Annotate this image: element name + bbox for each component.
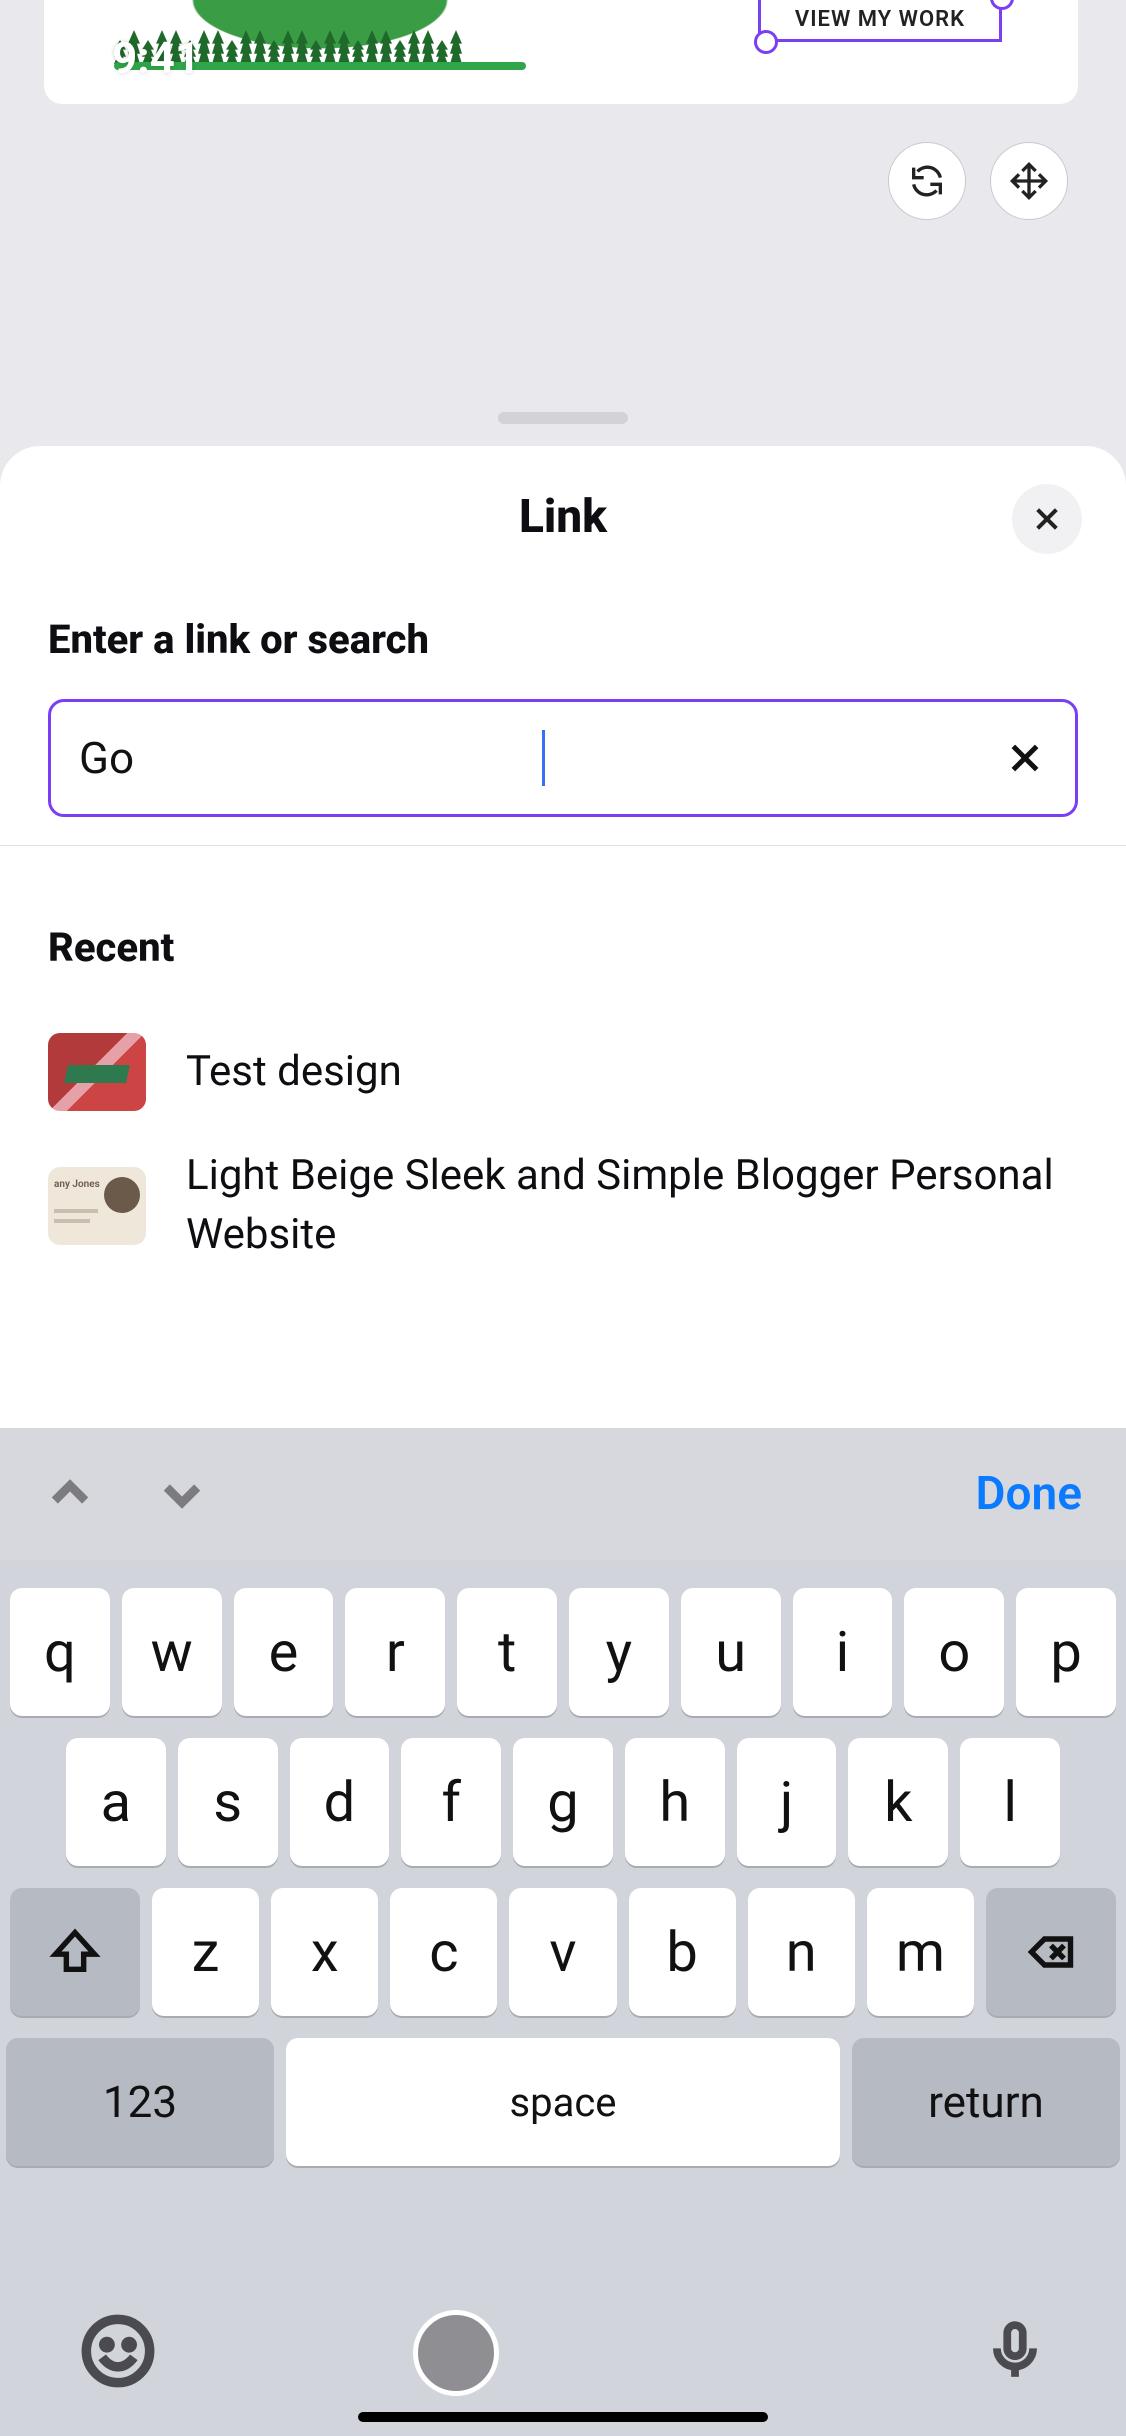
key-p[interactable]: p [1016, 1588, 1116, 1716]
recent-thumb [48, 1033, 146, 1111]
mic-icon [984, 2312, 1046, 2390]
key-r[interactable]: r [345, 1588, 445, 1716]
keyboard-accessory-bar: Done [0, 1428, 1126, 1560]
clear-input-button[interactable] [1003, 736, 1047, 780]
backspace-icon [1025, 1926, 1077, 1978]
sheet-drag-handle[interactable] [498, 412, 628, 424]
done-button[interactable]: Done [976, 1467, 1082, 1521]
key-x[interactable]: x [271, 1888, 378, 2016]
recent-thumb: any Jones [48, 1167, 146, 1245]
shift-key[interactable] [10, 1888, 140, 2016]
key-f[interactable]: f [401, 1738, 501, 1866]
key-n[interactable]: n [748, 1888, 855, 2016]
divider [0, 845, 1126, 846]
status-time: 9:41 [112, 32, 200, 84]
text-caret [542, 730, 545, 786]
key-j[interactable]: j [737, 1738, 837, 1866]
close-icon [1031, 503, 1063, 535]
input-label: Enter a link or search [48, 616, 1078, 663]
move-icon [1009, 161, 1049, 201]
selection-handle-bl[interactable] [754, 30, 778, 54]
chevron-up-icon[interactable] [44, 1468, 96, 1520]
key-q[interactable]: q [10, 1588, 110, 1716]
recent-list: Test design any Jones Light Beige Sleek … [48, 1015, 1078, 1283]
design-card[interactable]: 9:41 VIEW MY WORK [44, 0, 1078, 104]
keyboard: qwertyuiop asdfghjkl zxcvbnm 123 space r… [0, 1560, 1126, 2436]
key-i[interactable]: i [793, 1588, 893, 1716]
floating-controls [888, 142, 1068, 220]
canvas-preview: 9:41 VIEW MY WORK [0, 0, 1126, 440]
key-s[interactable]: s [178, 1738, 278, 1866]
key-b[interactable]: b [629, 1888, 736, 2016]
chevron-down-icon[interactable] [156, 1468, 208, 1520]
return-key[interactable]: return [852, 2038, 1120, 2166]
globe-button[interactable] [413, 2310, 499, 2396]
sync-icon [907, 161, 947, 201]
clear-icon [1005, 738, 1045, 778]
key-k[interactable]: k [848, 1738, 948, 1866]
space-key[interactable]: space [286, 2038, 840, 2166]
key-o[interactable]: o [904, 1588, 1004, 1716]
sync-button[interactable] [888, 142, 966, 220]
emoji-button[interactable] [80, 2313, 156, 2393]
numbers-key[interactable]: 123 [6, 2038, 274, 2166]
link-input[interactable]: Go [79, 732, 538, 784]
recent-heading: Recent [48, 924, 1078, 971]
key-v[interactable]: v [509, 1888, 616, 2016]
key-z[interactable]: z [152, 1888, 259, 2016]
shift-icon [49, 1926, 101, 1978]
key-e[interactable]: e [234, 1588, 334, 1716]
key-l[interactable]: l [960, 1738, 1060, 1866]
key-c[interactable]: c [390, 1888, 497, 2016]
close-button[interactable] [1012, 484, 1082, 554]
recent-item[interactable]: Test design [48, 1015, 1078, 1129]
key-y[interactable]: y [569, 1588, 669, 1716]
recent-item-label: Test design [186, 1043, 402, 1102]
key-a[interactable]: a [66, 1738, 166, 1866]
key-h[interactable]: h [625, 1738, 725, 1866]
recent-item[interactable]: any Jones Light Beige Sleek and Simple B… [48, 1129, 1078, 1283]
mic-button[interactable] [984, 2312, 1046, 2394]
home-indicator[interactable] [358, 2412, 768, 2422]
link-input-wrap[interactable]: Go [48, 699, 1078, 817]
key-d[interactable]: d [290, 1738, 390, 1866]
key-g[interactable]: g [513, 1738, 613, 1866]
view-my-work-button[interactable]: VIEW MY WORK [758, 0, 1002, 42]
emoji-icon [80, 2313, 156, 2389]
key-m[interactable]: m [867, 1888, 974, 2016]
key-t[interactable]: t [457, 1588, 557, 1716]
sheet-title: Link [48, 490, 1078, 544]
recent-item-label: Light Beige Sleek and Simple Blogger Per… [186, 1147, 1078, 1265]
backspace-key[interactable] [986, 1888, 1116, 2016]
key-u[interactable]: u [681, 1588, 781, 1716]
key-w[interactable]: w [122, 1588, 222, 1716]
move-button[interactable] [990, 142, 1068, 220]
